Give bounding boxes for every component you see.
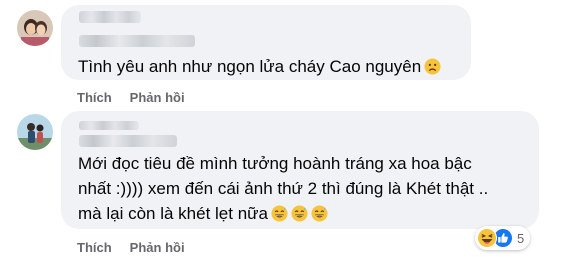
author-name-blurred[interactable] <box>79 121 139 130</box>
avatar[interactable] <box>17 10 53 46</box>
sad-face-emoji <box>424 58 441 81</box>
author-name-blurred[interactable] <box>79 11 141 23</box>
grinning-sweat-emoji <box>271 205 288 228</box>
reply-button[interactable]: Phản hồi <box>130 240 185 255</box>
comment-line-1: Mới đọc tiêu đề mình tưởng hoành tráng x… <box>78 154 472 173</box>
author-name-blurred-2 <box>79 35 195 47</box>
comment-actions: Thích Phản hồi <box>77 90 203 105</box>
reply-button[interactable]: Phản hồi <box>130 90 185 105</box>
grinning-sweat-emoji <box>311 205 328 228</box>
reaction-count: 5 <box>517 230 525 246</box>
comment-bubble: Mới đọc tiêu đề mình tưởng hoành tráng x… <box>61 111 539 229</box>
like-button[interactable]: Thích <box>77 240 112 255</box>
grinning-sweat-emoji <box>291 205 308 228</box>
avatar[interactable] <box>17 114 53 150</box>
comment-bubble: Tình yêu anh như ngọn lửa cháy Cao nguyê… <box>61 5 471 80</box>
comment-text: Tình yêu anh như ngọn lửa cháy Cao nguyê… <box>78 56 441 81</box>
like-button[interactable]: Thích <box>77 90 112 105</box>
comment-actions: Thích Phản hồi <box>77 240 203 255</box>
haha-reaction-icon <box>477 228 497 248</box>
author-name-blurred-2 <box>79 135 177 147</box>
reactions-summary[interactable]: 5 <box>475 226 531 250</box>
comment-line-2: nhất :)))) xem đến cái ảnh thứ 2 thì đún… <box>78 179 489 198</box>
comment-line-3: mà lại còn là khét lẹt nữa <box>78 203 328 228</box>
